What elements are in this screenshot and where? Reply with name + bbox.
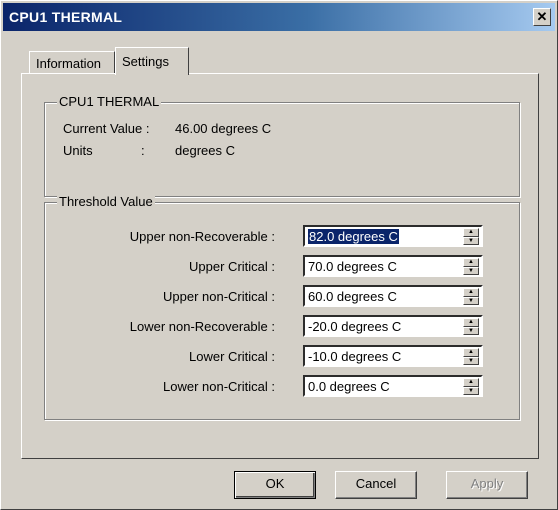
cancel-button[interactable]: Cancel [335,471,417,499]
threshold-group: Threshold Value Upper non-Recoverable : … [44,194,520,420]
spin-down-icon[interactable]: ▼ [463,326,479,335]
current-value-label: Current Value : [63,121,150,136]
units-label: Units [63,143,93,158]
spin-down-icon[interactable]: ▼ [463,386,479,395]
tab-settings[interactable]: Settings [115,47,189,75]
ok-button-label: OK [265,476,285,491]
spin-up-icon[interactable]: ▲ [463,378,479,387]
upper-non-critical-value[interactable]: 60.0 degrees C [308,289,397,304]
spin-buttons: ▲ ▼ [463,348,479,365]
spin-down-icon[interactable]: ▼ [463,236,479,245]
lower-critical-spinner[interactable]: -10.0 degrees C ▲ ▼ [303,345,483,367]
spin-down-icon[interactable]: ▼ [463,296,479,305]
spin-down-icon[interactable]: ▼ [463,266,479,275]
cancel-button-label: Cancel [355,476,397,491]
sensor-group-title: CPU1 THERMAL [57,94,162,109]
spin-buttons: ▲ ▼ [463,228,479,245]
sensor-group: CPU1 THERMAL Current Value : 46.00 degre… [44,94,520,197]
lower-non-critical-label: Lower non-Critical : [163,379,275,394]
title-bar[interactable]: CPU1 THERMAL ✕ [3,3,555,31]
spin-up-icon[interactable]: ▲ [463,258,479,267]
upper-critical-label: Upper Critical : [189,259,275,274]
units-separator: : [141,143,145,158]
lower-non-recoverable-spinner[interactable]: -20.0 degrees C ▲ ▼ [303,315,483,337]
window-title: CPU1 THERMAL [9,9,123,25]
threshold-group-title: Threshold Value [57,194,155,209]
units-value: degrees C [175,143,235,158]
spin-up-icon[interactable]: ▲ [463,348,479,357]
spin-buttons: ▲ ▼ [463,378,479,395]
upper-non-recoverable-spinner[interactable]: 82.0 degrees C ▲ ▼ [303,225,483,247]
spin-buttons: ▲ ▼ [463,258,479,275]
lower-non-critical-spinner[interactable]: 0.0 degrees C ▲ ▼ [303,375,483,397]
upper-critical-spinner[interactable]: 70.0 degrees C ▲ ▼ [303,255,483,277]
settings-panel: CPU1 THERMAL Current Value : 46.00 degre… [21,73,539,459]
ok-button[interactable]: OK [234,471,316,499]
upper-non-recoverable-label: Upper non-Recoverable : [129,229,275,244]
close-button[interactable]: ✕ [533,8,551,26]
upper-non-critical-spinner[interactable]: 60.0 degrees C ▲ ▼ [303,285,483,307]
spin-up-icon[interactable]: ▲ [463,318,479,327]
tab-information[interactable]: Information [29,51,115,73]
spin-buttons: ▲ ▼ [463,318,479,335]
apply-button-label: Apply [470,476,504,491]
lower-critical-value[interactable]: -10.0 degrees C [308,349,401,364]
close-icon: ✕ [536,9,548,24]
lower-critical-label: Lower Critical : [189,349,275,364]
spin-up-icon[interactable]: ▲ [463,288,479,297]
lower-non-recoverable-value[interactable]: -20.0 degrees C [308,319,401,334]
spin-down-icon[interactable]: ▼ [463,356,479,365]
lower-non-critical-value[interactable]: 0.0 degrees C [308,379,390,394]
lower-non-recoverable-label: Lower non-Recoverable : [129,319,275,334]
dialog-window: CPU1 THERMAL ✕ Information Settings CPU1… [0,0,558,510]
upper-non-critical-label: Upper non-Critical : [163,289,275,304]
tab-settings-label: Settings [122,54,169,69]
current-value: 46.00 degrees C [175,121,272,136]
upper-critical-value[interactable]: 70.0 degrees C [308,259,397,274]
tab-information-label: Information [36,56,102,71]
upper-non-recoverable-value[interactable]: 82.0 degrees C [308,229,399,244]
spin-buttons: ▲ ▼ [463,288,479,305]
apply-button[interactable]: Apply [446,471,528,499]
spin-up-icon[interactable]: ▲ [463,228,479,237]
